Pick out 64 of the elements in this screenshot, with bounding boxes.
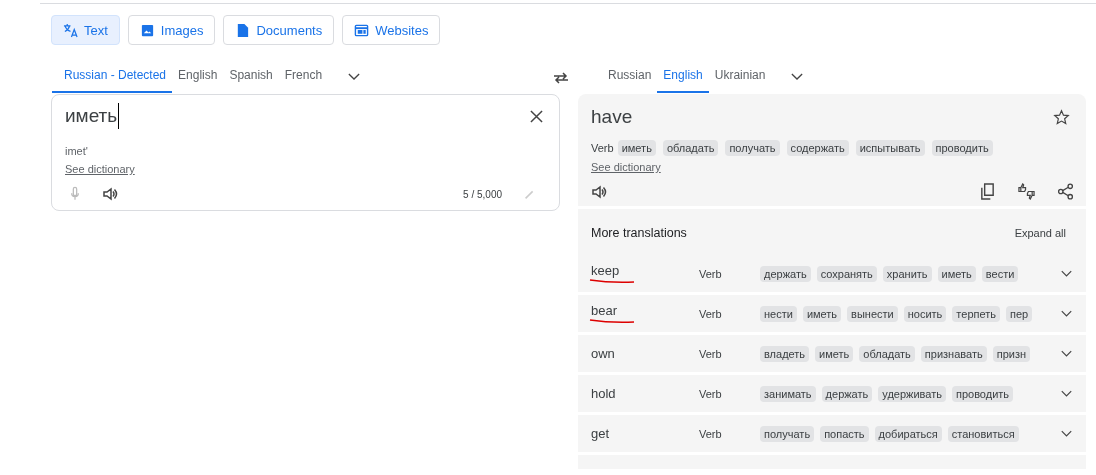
part-of-speech-label: Verb	[591, 142, 614, 154]
part-of-speech-label: Verb	[699, 307, 723, 320]
translation-row[interactable]: hold Verb занимать держать удерживать проводить	[578, 375, 1086, 415]
translation-chip[interactable]: становиться	[947, 425, 1019, 442]
translation-row[interactable]: keep Verb держать сохранять хранить иметь вести	[578, 255, 1086, 295]
language-tab[interactable]: English	[172, 59, 224, 93]
translation-word: own	[591, 346, 616, 361]
translation-chip[interactable]: проводить	[951, 385, 1014, 402]
language-tab[interactable]: French	[278, 59, 329, 93]
language-tab[interactable]: Spanish	[223, 59, 279, 93]
translation-chip[interactable]: обладать	[859, 345, 915, 362]
mode-tab[interactable]: Text	[51, 15, 120, 45]
expand-all-button[interactable]: Expand all	[1006, 227, 1074, 239]
translation-chip[interactable]: терпеть	[952, 305, 1000, 322]
translation-chip[interactable]: занимать	[760, 385, 816, 402]
translation-chip[interactable]: нести	[760, 305, 797, 322]
language-tab[interactable]: Russian - Detected	[52, 59, 173, 93]
mode-tab[interactable]: Websites	[342, 15, 441, 45]
translation-chip[interactable]: получать	[725, 140, 780, 156]
translation-chip[interactable]: носить	[903, 305, 947, 322]
transliteration-text: imet'	[65, 145, 89, 157]
translation-chip[interactable]: иметь	[815, 345, 854, 362]
translation-chip[interactable]: признавать	[920, 345, 987, 362]
translation-chip[interactable]: содержать	[786, 140, 849, 156]
translation-chip[interactable]: держать	[760, 265, 811, 282]
translation-chip[interactable]: вынести	[847, 305, 898, 322]
translation-chip[interactable]: получать	[760, 425, 815, 442]
translation-chip[interactable]: хранить	[882, 265, 932, 282]
translation-chip[interactable]: вести	[981, 265, 1019, 282]
language-tab[interactable]: Russian	[596, 59, 658, 93]
translation-chip[interactable]: иметь	[802, 305, 842, 322]
translation-chip[interactable]: пер	[1006, 305, 1033, 322]
part-of-speech-label: Verb	[699, 347, 723, 360]
translation-word: bear	[591, 303, 619, 318]
mode-tab[interactable]: Documents	[223, 15, 335, 45]
character-count: 5 / 5,000	[463, 188, 502, 200]
translation-row[interactable]: get Verb получать попасть добираться становиться	[578, 415, 1086, 455]
translation-chip[interactable]: владеть	[760, 345, 810, 362]
source-text-field[interactable]: иметь	[65, 103, 120, 129]
translation-chip[interactable]: попасть	[820, 425, 869, 442]
translation-chip[interactable]: иметь	[937, 265, 976, 282]
part-of-speech-label: Verb	[699, 387, 723, 400]
part-of-speech-label: Verb	[699, 267, 723, 280]
translation-chip[interactable]: удерживать	[878, 385, 946, 402]
translation-chip[interactable]: иметь	[617, 140, 656, 156]
translation-chip[interactable]: призн	[992, 345, 1030, 362]
translation-chip[interactable]: обладать	[662, 140, 719, 156]
section-title: More translations	[591, 226, 687, 240]
translation-chip[interactable]: проводить	[931, 140, 993, 156]
dictionary-link[interactable]: See dictionary	[65, 163, 135, 175]
language-tab[interactable]: Ukrainian	[708, 59, 772, 93]
translation-chip[interactable]: держать	[821, 385, 873, 402]
translation-word: hold	[591, 386, 617, 401]
translation-chip[interactable]: испытывать	[855, 140, 925, 156]
translation-row[interactable]: bear Verb нести иметь вынести носить терпеть пер	[578, 295, 1086, 335]
translation-chip[interactable]: сохранять	[816, 265, 877, 282]
translation-chip[interactable]: добираться	[874, 425, 942, 442]
part-of-speech-label: Verb	[699, 427, 723, 440]
dictionary-link[interactable]: See dictionary	[591, 161, 661, 173]
translation-text: have	[591, 105, 633, 129]
translation-word: get	[591, 426, 611, 441]
translation-word: keep	[591, 263, 621, 278]
mode-tab[interactable]: Images	[127, 15, 216, 45]
translation-row[interactable]: own Verb владеть иметь обладать признавать призн	[578, 335, 1086, 375]
